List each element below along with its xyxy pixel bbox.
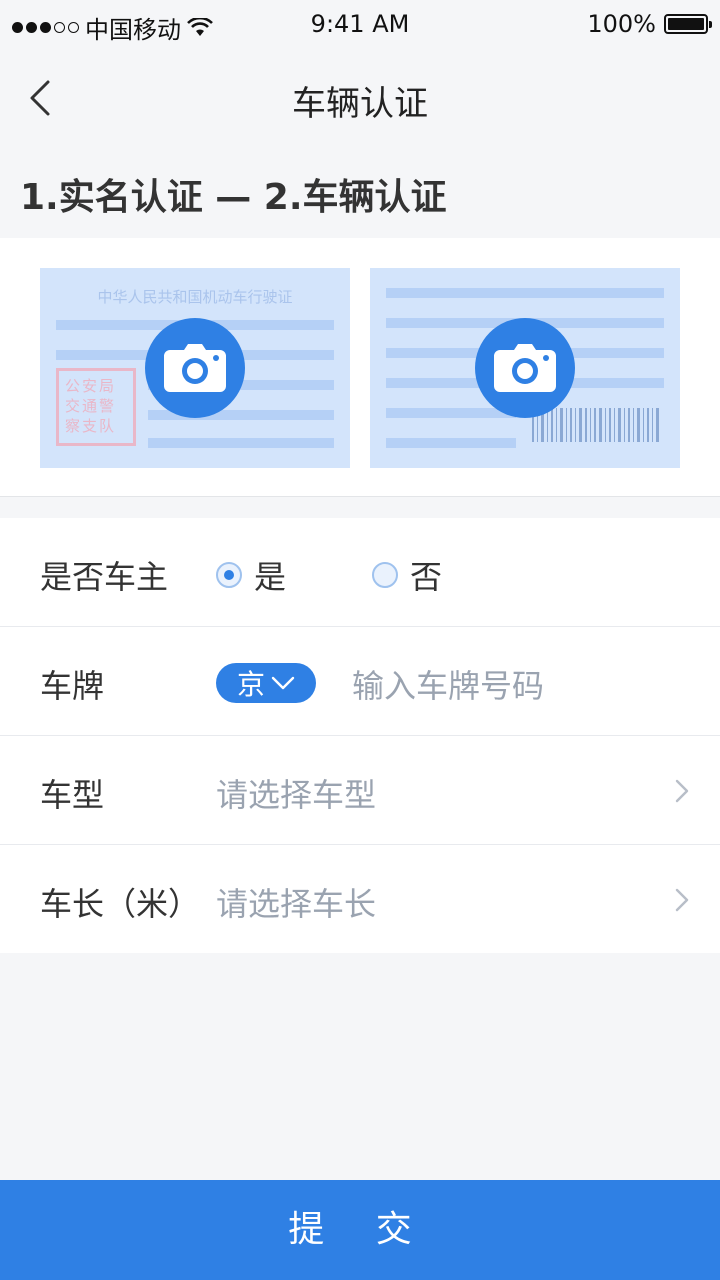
- owner-option-yes-label: 是: [254, 558, 287, 596]
- step-indicator: 1.实名认证 — 2.车辆认证: [20, 177, 447, 218]
- submit-button[interactable]: 提 交: [0, 1180, 720, 1280]
- license-caption: 中华人民共和国机动车行驶证: [97, 288, 293, 306]
- camera-button-front[interactable]: [145, 318, 245, 418]
- vehicle-type-select[interactable]: 请选择车型: [216, 770, 376, 816]
- plate-label: 车牌: [40, 667, 105, 705]
- photo-upload-panel: 中华人民共和国机动车行驶证 公安局 交通警 察支队: [0, 238, 720, 497]
- radio-checked-icon[interactable]: [216, 562, 242, 588]
- barcode-graphic: [532, 408, 659, 442]
- battery-group: 100%: [587, 10, 712, 38]
- owner-option-yes[interactable]: 是: [216, 552, 286, 598]
- police-stamp: 公安局 交通警 察支队: [56, 368, 136, 446]
- license-back-upload[interactable]: [370, 268, 680, 468]
- province-value: 京: [236, 668, 265, 701]
- camera-icon: [164, 344, 226, 392]
- battery-icon: [664, 14, 712, 34]
- owner-radio-group: 是 否: [216, 552, 528, 598]
- vehicle-length-label: 车长（米）: [40, 885, 201, 923]
- plate-number-input[interactable]: 输入车牌号码: [352, 661, 544, 707]
- plate-row: 车牌 京 输入车牌号码: [0, 627, 720, 736]
- owner-option-no[interactable]: 否: [372, 552, 442, 598]
- vehicle-form: 是否车主 是 否 车牌 京 输入车牌号码 车型 请选择车型 车长（米） 请选择车…: [0, 518, 720, 953]
- vehicle-length-select[interactable]: 请选择车长: [216, 879, 376, 925]
- status-bar: 中国移动 9:41 AM 100%: [0, 0, 720, 50]
- province-select[interactable]: 京: [216, 663, 316, 703]
- vehicle-length-row[interactable]: 车长（米） 请选择车长: [0, 845, 720, 953]
- chevron-down-icon: [271, 676, 295, 690]
- battery-percent: 100%: [587, 10, 656, 38]
- chevron-right-icon: [675, 888, 689, 912]
- owner-row: 是否车主 是 否: [0, 518, 720, 627]
- license-front-upload[interactable]: 中华人民共和国机动车行驶证 公安局 交通警 察支队: [40, 268, 350, 468]
- owner-option-no-label: 否: [410, 558, 443, 596]
- vehicle-type-label: 车型: [40, 776, 105, 814]
- camera-button-back[interactable]: [475, 318, 575, 418]
- vehicle-type-row[interactable]: 车型 请选择车型: [0, 736, 720, 845]
- page-title: 车辆认证: [292, 84, 428, 124]
- nav-bar: 车辆认证: [0, 50, 720, 146]
- camera-icon: [494, 344, 556, 392]
- chevron-right-icon: [675, 779, 689, 803]
- owner-label: 是否车主: [40, 558, 169, 596]
- radio-unchecked-icon[interactable]: [372, 562, 399, 588]
